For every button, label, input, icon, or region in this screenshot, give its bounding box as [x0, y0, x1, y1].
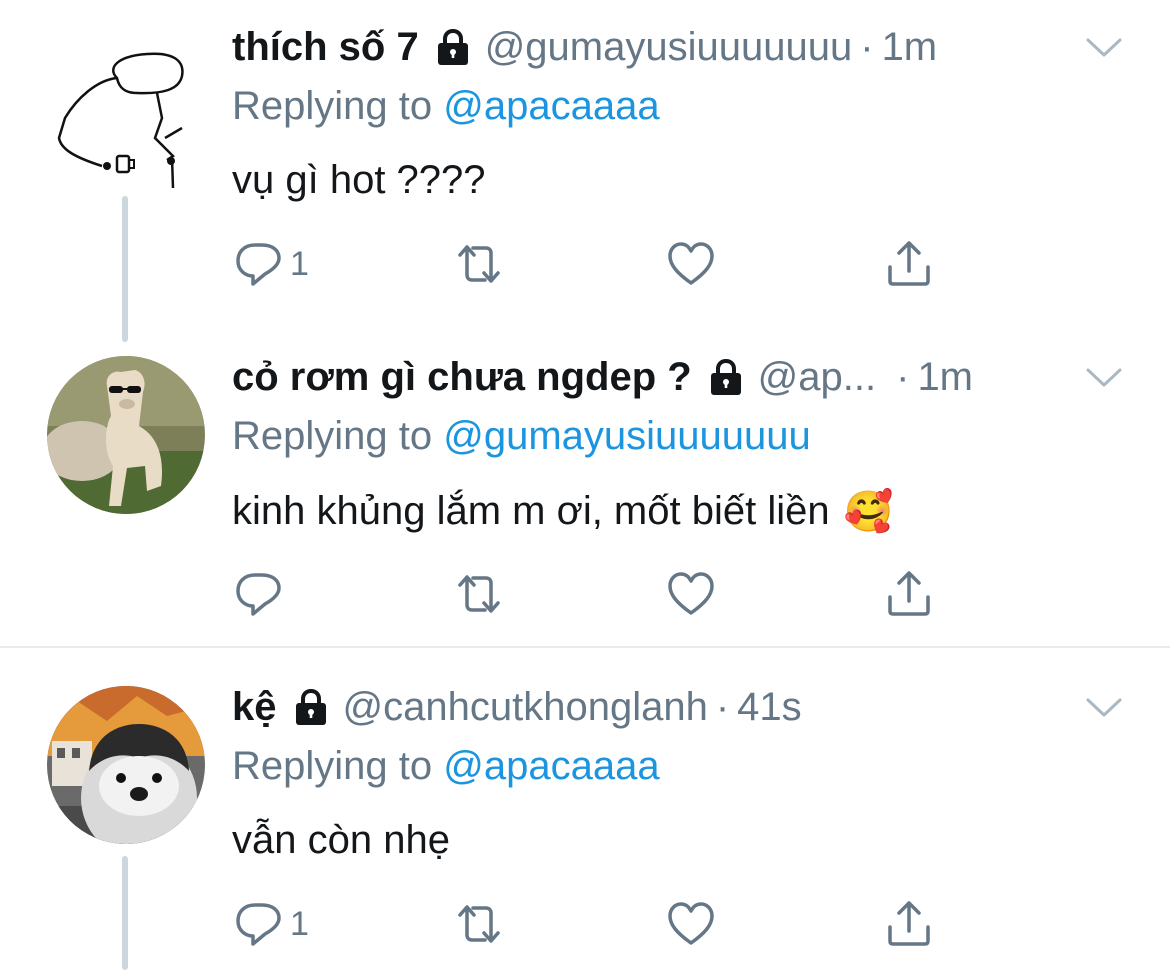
tweet-text: vụ gì hot ???? [232, 158, 486, 203]
replying-to: Replying to @apacaaaa [232, 744, 660, 789]
replying-label: Replying to [232, 84, 433, 128]
tweet[interactable]: kệ @canhcutkhonglanh · 41s Replying to @… [0, 678, 1170, 970]
tweet-header: kệ @canhcutkhonglanh · 41s [232, 678, 802, 736]
avatar[interactable] [47, 38, 205, 196]
timestamp[interactable]: 1m [917, 355, 973, 400]
chevron-down-icon[interactable] [1084, 28, 1124, 68]
like-icon [664, 567, 718, 621]
reply-count: 1 [290, 244, 309, 283]
tweet-text: vẫn còn nhẹ [232, 818, 450, 863]
tweet-actions [232, 564, 952, 624]
avatar[interactable] [47, 356, 205, 514]
username[interactable]: @gumayusiuuuuuuu [485, 25, 853, 70]
reply-icon [232, 897, 286, 951]
like-button[interactable] [664, 894, 718, 954]
separator: · [860, 24, 874, 69]
display-name[interactable]: kệ [232, 685, 277, 730]
tweet[interactable]: thích số 7 @gumayusiuuuuuuu · 1m Replyin… [0, 18, 1170, 342]
timestamp[interactable]: 41s [737, 685, 802, 730]
replying-label: Replying to [232, 744, 433, 788]
like-icon [664, 897, 718, 951]
tweet-text-content: vẫn còn nhẹ [232, 818, 450, 862]
reply-button[interactable]: 1 [232, 894, 309, 954]
tweet-header: cỏ rơm gì chưa ngdep ? @ap... · 1m [232, 348, 973, 406]
thread-line [122, 196, 128, 342]
timestamp[interactable]: 1m [882, 25, 938, 70]
share-button[interactable] [882, 564, 936, 624]
reply-button[interactable] [232, 564, 290, 624]
thread-line [122, 856, 128, 970]
tweet-actions: 1 [232, 234, 952, 294]
tweet-text-content: kinh khủng lắm m ơi, mốt biết liền [232, 489, 830, 533]
reply-button[interactable]: 1 [232, 234, 309, 294]
share-icon [882, 567, 936, 621]
tweet[interactable]: cỏ rơm gì chưa ngdep ? @ap... · 1m Reply… [0, 348, 1170, 648]
tweet-text-content: vụ gì hot ???? [232, 158, 486, 202]
reply-count: 1 [290, 904, 309, 943]
display-name[interactable]: thích số 7 [232, 25, 419, 70]
separator: · [896, 354, 910, 399]
username[interactable]: @canhcutkhonglanh [343, 685, 708, 730]
retweet-button[interactable] [452, 234, 506, 294]
tweet-actions: 1 [232, 894, 952, 954]
mention-link[interactable]: @apacaaaa [443, 84, 659, 128]
retweet-button[interactable] [452, 894, 506, 954]
retweet-icon [452, 237, 506, 291]
stickman-drawing-icon [57, 52, 184, 189]
alpaca-photo-icon [47, 356, 205, 514]
share-icon [882, 237, 936, 291]
lock-icon [433, 27, 473, 67]
avatar[interactable] [47, 686, 205, 844]
tweet-text: kinh khủng lắm m ơi, mốt biết liền 🥰 [232, 488, 893, 535]
reply-icon [232, 567, 286, 621]
penguin-photo-icon [47, 686, 205, 844]
retweet-button[interactable] [452, 564, 506, 624]
divider [0, 646, 1170, 648]
display-name[interactable]: cỏ rơm gì chưa ngdep ? [232, 355, 692, 400]
share-button[interactable] [882, 234, 936, 294]
chevron-down-icon[interactable] [1084, 688, 1124, 728]
lock-icon [291, 687, 331, 727]
smiling-face-with-hearts-emoji: 🥰 [843, 490, 894, 534]
like-icon [664, 237, 718, 291]
tweet-header: thích số 7 @gumayusiuuuuuuu · 1m [232, 18, 937, 76]
mention-link[interactable]: @gumayusiuuuuuuu [443, 414, 811, 458]
mention-link[interactable]: @apacaaaa [443, 744, 659, 788]
chevron-down-icon[interactable] [1084, 358, 1124, 398]
retweet-icon [452, 567, 506, 621]
retweet-icon [452, 897, 506, 951]
replying-label: Replying to [232, 414, 433, 458]
share-icon [882, 897, 936, 951]
like-button[interactable] [664, 564, 718, 624]
like-button[interactable] [664, 234, 718, 294]
lock-icon [706, 357, 746, 397]
reply-icon [232, 237, 286, 291]
username[interactable]: @ap... [758, 355, 876, 400]
share-button[interactable] [882, 894, 936, 954]
replying-to: Replying to @gumayusiuuuuuuu [232, 414, 811, 459]
separator: · [715, 684, 730, 729]
replying-to: Replying to @apacaaaa [232, 84, 660, 129]
